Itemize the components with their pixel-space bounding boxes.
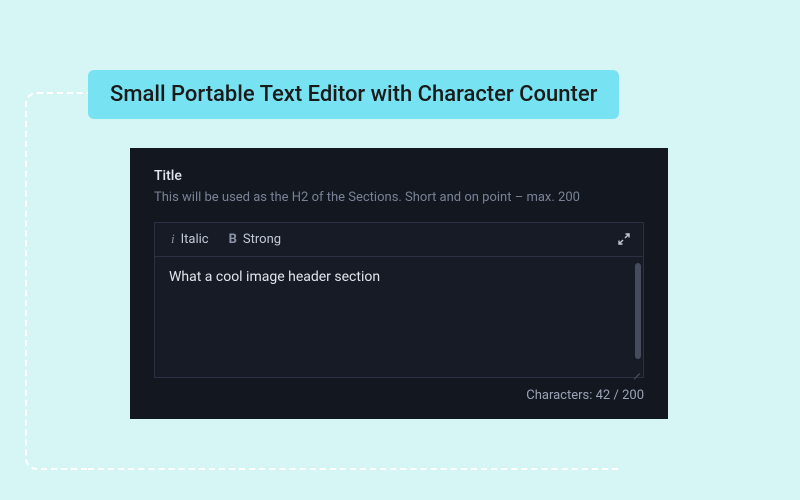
counter-separator: / xyxy=(610,388,622,403)
bold-icon: B xyxy=(229,232,237,247)
expand-icon xyxy=(618,233,630,245)
field-help-text: This will be used as the H2 of the Secti… xyxy=(154,188,644,208)
counter-max: 200 xyxy=(622,388,644,403)
counter-prefix: Characters: xyxy=(526,388,595,403)
editor-content: What a cool image header section xyxy=(169,269,380,285)
expand-button[interactable] xyxy=(611,226,637,252)
editor-card: Title This will be used as the H2 of the… xyxy=(130,148,668,419)
editor-box: i Italic B Strong What a cool image head… xyxy=(154,222,644,378)
counter-current: 42 xyxy=(596,388,611,403)
italic-label: Italic xyxy=(181,232,209,247)
scrollbar[interactable] xyxy=(635,263,641,359)
italic-button[interactable]: i Italic xyxy=(161,227,219,251)
editor-toolbar: i Italic B Strong xyxy=(155,223,643,257)
connector-line-bottom xyxy=(88,468,618,470)
strong-label: Strong xyxy=(243,232,281,247)
section-badge: Small Portable Text Editor with Characte… xyxy=(88,70,619,119)
character-counter: Characters: 42 / 200 xyxy=(154,378,644,403)
strong-button[interactable]: B Strong xyxy=(219,228,291,251)
section-badge-text: Small Portable Text Editor with Characte… xyxy=(110,82,597,107)
italic-icon: i xyxy=(171,231,175,247)
field-label: Title xyxy=(154,168,644,184)
resize-handle[interactable] xyxy=(629,363,641,375)
editor-textarea[interactable]: What a cool image header section xyxy=(155,257,643,377)
connector-line xyxy=(25,92,88,470)
